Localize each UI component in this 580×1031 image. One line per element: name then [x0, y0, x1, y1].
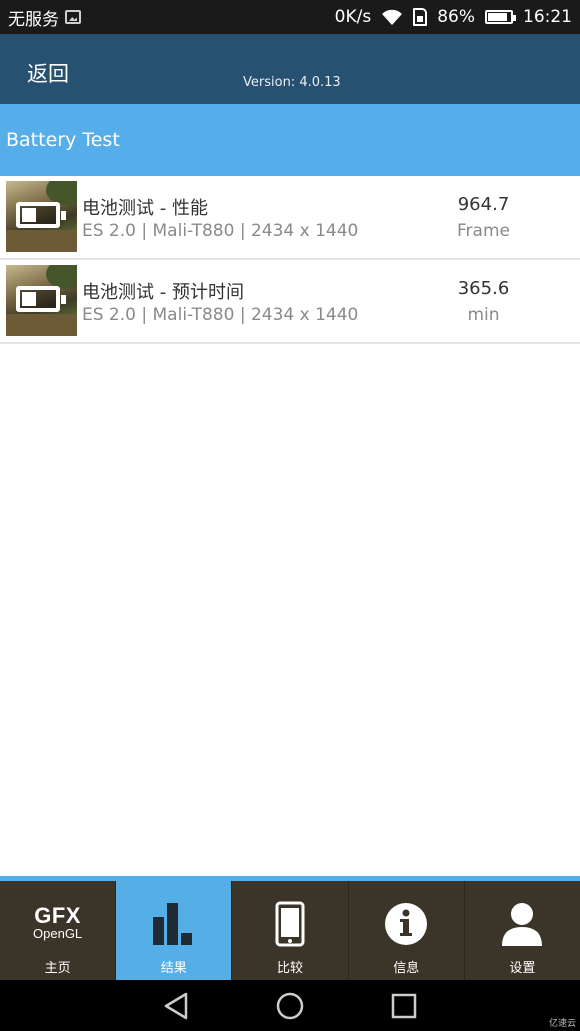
status-bar: 无服务 0K/s 86% 16:21 — [0, 0, 580, 34]
battery-icon — [16, 286, 66, 312]
result-title: 电池测试 - 性能 — [82, 198, 208, 219]
version-label: Version: 4.0.13 — [243, 75, 341, 90]
tab-compare[interactable]: 比较 — [232, 881, 349, 980]
back-triangle-icon[interactable] — [163, 992, 189, 1020]
tab-label: 比较 — [277, 961, 304, 976]
wifi-icon — [382, 9, 403, 25]
result-row-performance[interactable]: 电池测试 - 性能 ES 2.0 | Mali-T880 | 2434 x 14… — [0, 176, 580, 260]
info-icon — [385, 903, 428, 945]
image-notification-icon — [65, 10, 81, 24]
battery-icon — [16, 202, 66, 228]
recents-square-icon[interactable] — [391, 992, 417, 1020]
battery-percent: 86% — [437, 7, 475, 27]
app-header: 返回 Version: 4.0.13 — [0, 34, 580, 104]
tab-label: 主页 — [44, 961, 71, 976]
result-value: 365.6 — [457, 278, 510, 299]
home-circle-icon[interactable] — [276, 992, 304, 1020]
status-bar-right: 0K/s 86% 16:21 — [335, 7, 572, 27]
user-icon — [502, 903, 543, 946]
result-row-estimated-time[interactable]: 电池测试 - 预计时间 ES 2.0 | Mali-T880 | 2434 x … — [0, 260, 580, 344]
battery-test-thumbnail — [6, 265, 77, 336]
watermark: 亿速云 — [548, 1019, 576, 1029]
tab-info[interactable]: 信息 — [349, 881, 465, 980]
battery-icon — [485, 10, 516, 24]
tab-home[interactable]: GFX OpenGL 主页 — [0, 881, 117, 980]
section-header: Battery Test — [0, 104, 580, 176]
result-unit: Frame — [457, 221, 510, 241]
result-subtitle: ES 2.0 | Mali-T880 | 2434 x 1440 — [82, 305, 359, 325]
gfx-logo-text: GFX — [34, 903, 81, 928]
back-button[interactable]: 返回 — [27, 58, 69, 88]
result-subtitle: ES 2.0 | Mali-T880 | 2434 x 1440 — [82, 221, 359, 241]
tab-label: 信息 — [393, 961, 420, 976]
clock: 16:21 — [523, 7, 572, 27]
bar-chart-icon — [152, 903, 192, 945]
result-value: 964.7 — [457, 194, 510, 215]
network-speed: 0K/s — [334, 7, 372, 27]
carrier-text: 无服务 — [8, 9, 59, 30]
opengl-logo-text: OpenGL — [33, 926, 83, 941]
section-title: Battery Test — [6, 129, 120, 151]
tab-settings[interactable]: 设置 — [465, 881, 580, 980]
result-title: 电池测试 - 预计时间 — [82, 282, 244, 303]
phone-icon — [275, 901, 305, 947]
system-navigation-bar: 亿速云 — [0, 980, 580, 1031]
status-bar-left: 无服务 — [8, 5, 81, 30]
result-unit: min — [467, 305, 500, 325]
results-list: 电池测试 - 性能 ES 2.0 | Mali-T880 | 2434 x 14… — [0, 176, 580, 344]
tab-label: 结果 — [160, 961, 187, 976]
sim-card-icon — [413, 8, 428, 26]
battery-test-thumbnail — [6, 181, 77, 252]
tab-label: 设置 — [509, 961, 536, 976]
tab-results[interactable]: 结果 — [116, 881, 233, 980]
gfx-opengl-logo: GFX OpenGL — [23, 905, 93, 941]
bottom-tab-bar: GFX OpenGL 主页 结果 比较 信息 设置 — [0, 881, 580, 980]
